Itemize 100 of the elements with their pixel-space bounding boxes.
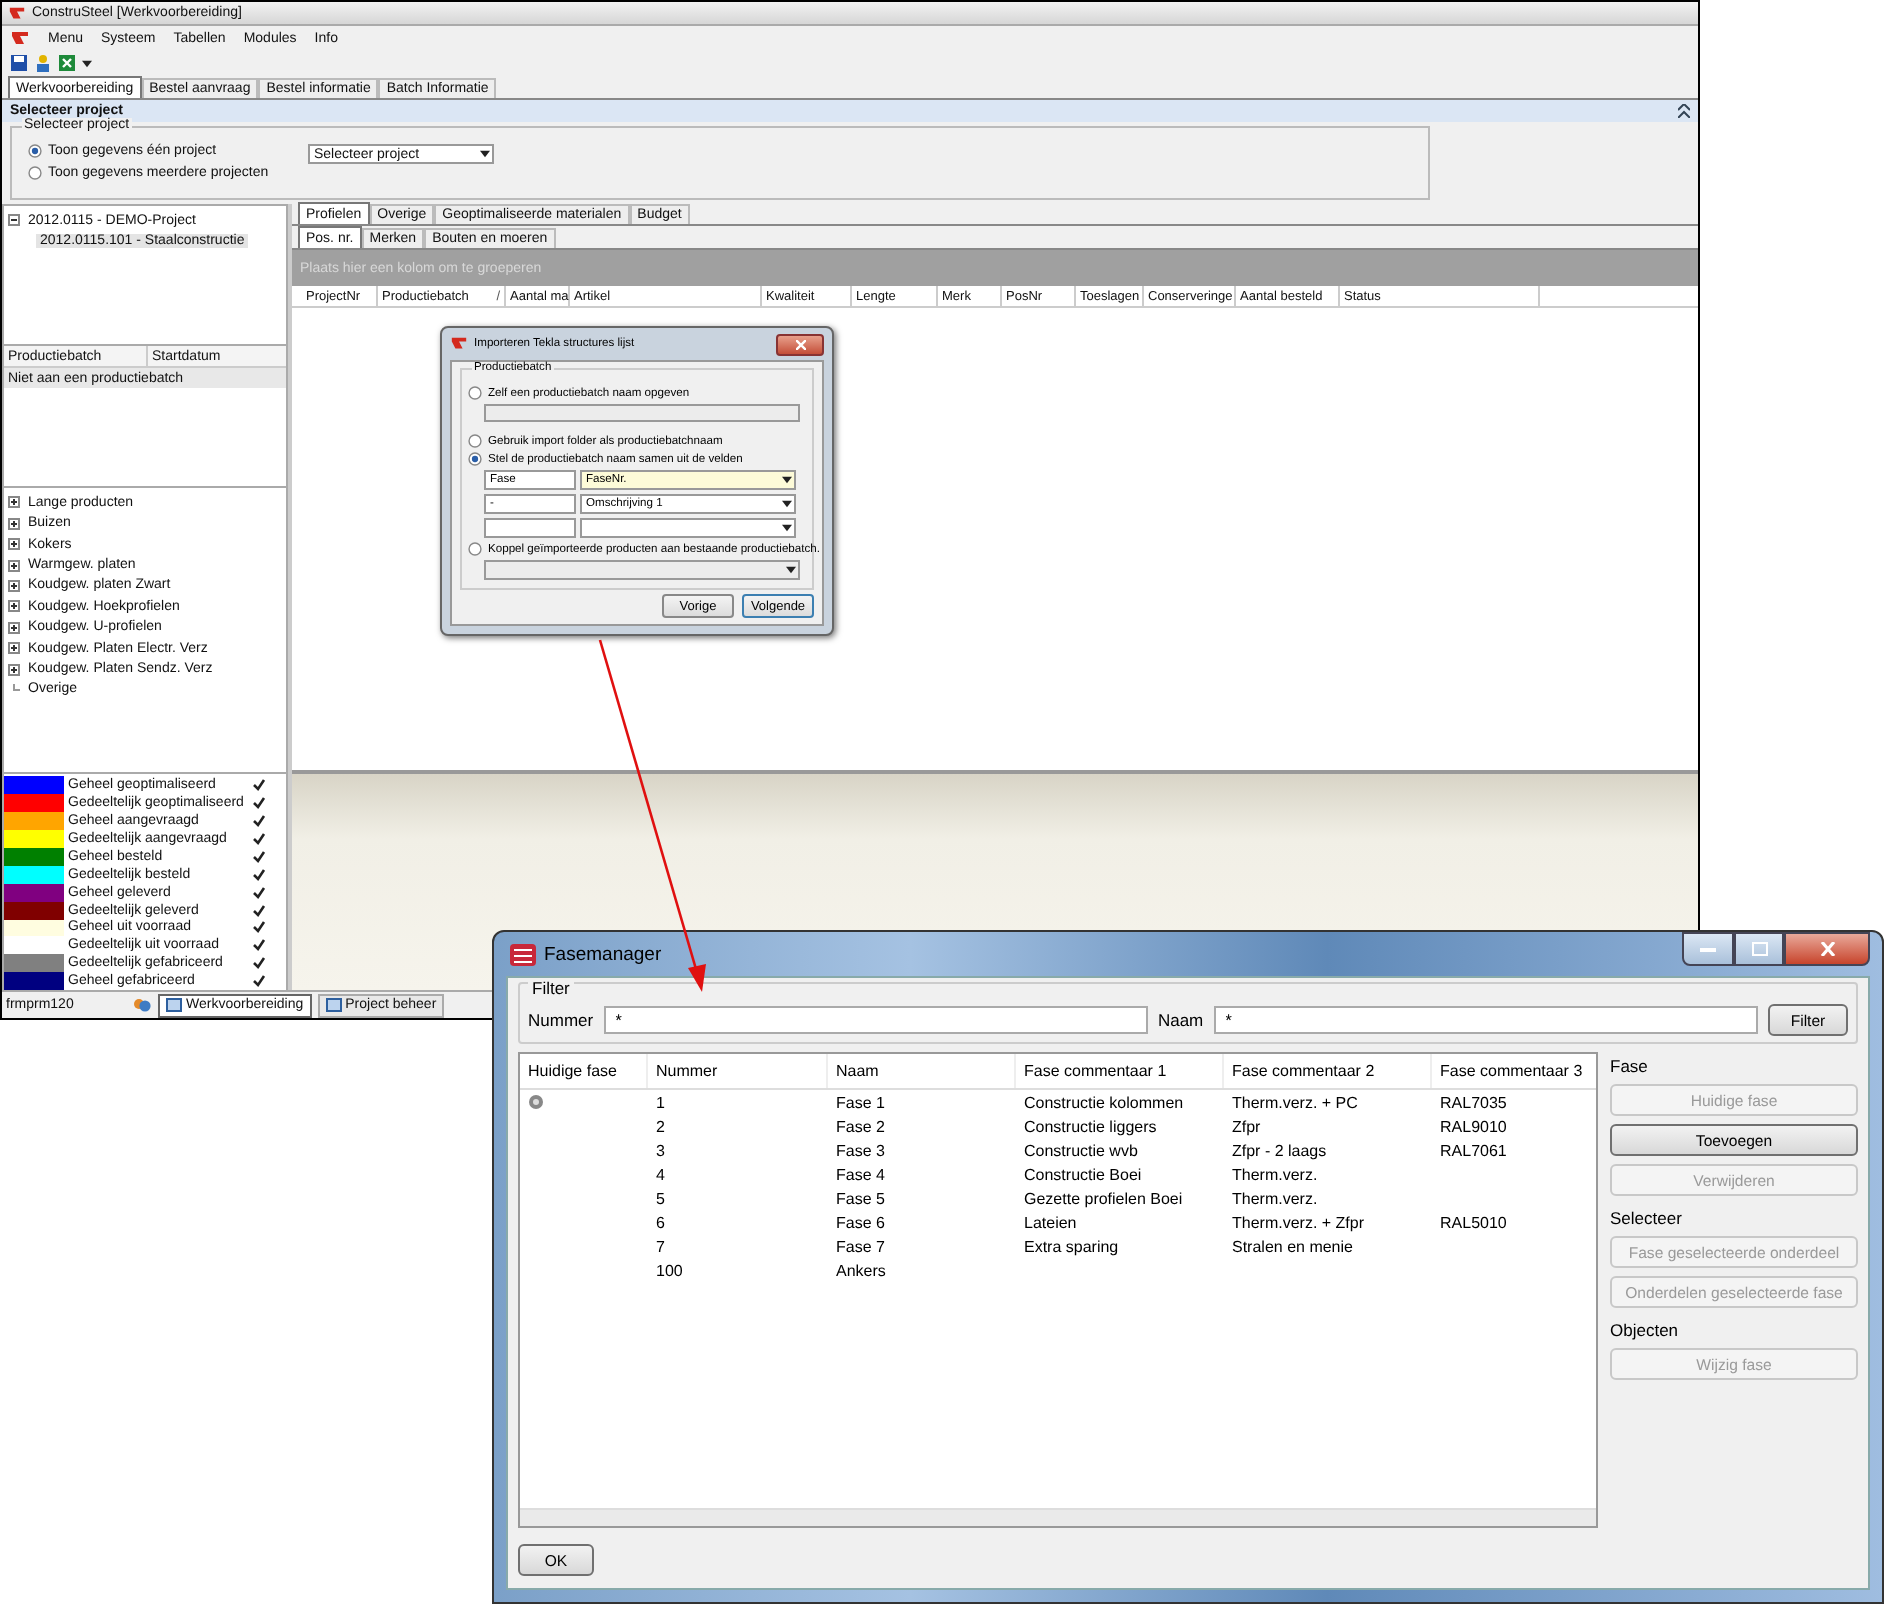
table-cell-text: Zfpr - 2 laags <box>1230 1141 1329 1159</box>
table-cell-text: Therm.verz. + Zfpr <box>1230 1213 1367 1231</box>
expand-icon[interactable] <box>8 559 20 572</box>
table-cell-text: 1 <box>654 1093 667 1111</box>
table-row[interactable]: 6 Fase 6 Lateien Therm.verz. + Zfpr RAL5010 <box>520 1210 1596 1234</box>
table-cell-text: 7 <box>654 1237 667 1255</box>
table-cell-text: Lateien <box>1022 1213 1079 1231</box>
maximize-button[interactable] <box>1734 932 1784 966</box>
table-cell-text: Stralen en menie <box>1230 1237 1355 1255</box>
checkbox[interactable] <box>252 885 266 900</box>
table-cell-text: RAL9010 <box>1438 1117 1509 1135</box>
expand-icon[interactable] <box>8 579 20 592</box>
table-cell-text: Constructie Boei <box>1022 1165 1144 1183</box>
radio-button[interactable] <box>468 434 482 448</box>
collapse-icon[interactable] <box>8 214 20 226</box>
column-header[interactable]: Nummer <box>648 1054 828 1088</box>
table-cell-text: Therm.verz. <box>1230 1189 1320 1207</box>
table-row[interactable]: 3 Fase 3 Constructie wvb Zfpr - 2 laags RAL7061 <box>520 1138 1596 1162</box>
table-cell-text: Fase 4 <box>834 1165 887 1183</box>
table-cell-text: Fase 7 <box>834 1237 887 1255</box>
collapse-icon[interactable] <box>1678 104 1690 118</box>
minimize-button[interactable] <box>1682 932 1734 966</box>
dropdown-arrow-icon <box>782 476 792 484</box>
expand-icon[interactable] <box>8 663 20 676</box>
checkbox[interactable] <box>252 974 266 989</box>
radio-button[interactable] <box>468 386 482 400</box>
column-header[interactable]: Fase commentaar 1 <box>1016 1054 1224 1088</box>
field-select[interactable] <box>580 518 796 538</box>
checkbox[interactable] <box>252 814 266 829</box>
table-cell-text: Constructie liggers <box>1022 1117 1159 1135</box>
spreadsheet-icon[interactable] <box>58 54 76 72</box>
window-icon <box>166 998 182 1012</box>
table-cell-text: Ankers <box>834 1261 888 1279</box>
save-icon[interactable] <box>10 54 28 72</box>
radio-button[interactable] <box>468 452 482 466</box>
table-cell-text: 100 <box>654 1261 685 1279</box>
table-row[interactable]: 7 Fase 7 Extra sparing Stralen en menie <box>520 1234 1596 1258</box>
column-header[interactable]: Naam <box>828 1054 1016 1088</box>
expand-icon[interactable] <box>8 538 20 551</box>
dropdown-arrow-icon <box>480 150 490 158</box>
minimize-icon <box>1700 946 1716 952</box>
maximize-icon <box>1751 942 1767 956</box>
logo-icon <box>450 336 468 352</box>
table-row[interactable]: 4 Fase 4 Constructie Boei Therm.verz. <box>520 1162 1596 1186</box>
app-icon <box>510 943 536 965</box>
table-cell-text: Fase 3 <box>834 1141 887 1159</box>
text-field[interactable] <box>484 518 576 538</box>
dropdown-arrow-icon <box>782 500 792 508</box>
checkbox[interactable] <box>252 920 266 935</box>
filter-field[interactable]: * <box>603 1006 1148 1034</box>
table-cell-text: Zfpr <box>1230 1117 1263 1135</box>
dropdown-arrow-icon <box>782 524 792 532</box>
column-header[interactable]: Huidige fase <box>520 1054 648 1088</box>
table-cell-text: Fase 5 <box>834 1189 887 1207</box>
checkbox[interactable] <box>252 778 266 793</box>
table-row[interactable]: 2 Fase 2 Constructie liggers Zfpr RAL9010 <box>520 1114 1596 1138</box>
table-cell-text: RAL7035 <box>1438 1093 1509 1111</box>
table-cell-text: RAL7061 <box>1438 1141 1509 1159</box>
dropdown-arrow-icon <box>786 566 796 574</box>
checkbox[interactable] <box>252 903 266 918</box>
filter-field[interactable]: * <box>1213 1006 1758 1034</box>
name-field[interactable] <box>484 404 800 422</box>
column-header[interactable]: Fase commentaar 2 <box>1224 1054 1432 1088</box>
table-cell-text: 2 <box>654 1117 667 1135</box>
dropdown-arrow-icon <box>82 59 92 67</box>
table-cell-text: 6 <box>654 1213 667 1231</box>
radio-button[interactable] <box>28 166 42 180</box>
person-icon[interactable] <box>34 54 52 72</box>
table-row[interactable]: 1 Fase 1 Constructie kolommen Therm.verz. + PC RAL7035 <box>520 1090 1596 1114</box>
window-icon <box>325 998 342 1012</box>
column-header[interactable]: Fase commentaar 3 <box>1432 1054 1596 1088</box>
close-icon <box>795 339 805 349</box>
expand-icon[interactable] <box>8 642 20 655</box>
expand-icon[interactable] <box>8 621 20 634</box>
checkbox[interactable] <box>252 832 266 846</box>
expand-icon[interactable] <box>8 517 20 530</box>
table-cell-text: Therm.verz. + PC <box>1230 1093 1360 1111</box>
radio-button[interactable] <box>468 542 482 556</box>
expand-icon[interactable] <box>8 600 20 613</box>
table-cell-text: Fase 1 <box>834 1093 887 1111</box>
checkbox[interactable] <box>252 867 266 882</box>
table-cell-text: Constructie kolommen <box>1022 1093 1186 1111</box>
table-row[interactable]: 5 Fase 5 Gezette profielen Boei Therm.verz. <box>520 1186 1596 1210</box>
checkbox[interactable] <box>252 956 266 971</box>
table-row[interactable]: 100 Ankers <box>520 1258 1596 1282</box>
close-button[interactable] <box>1784 932 1870 966</box>
close-button[interactable] <box>776 333 824 355</box>
expand-icon[interactable] <box>8 496 20 509</box>
checkbox[interactable] <box>252 849 266 864</box>
table-cell-text: RAL5010 <box>1438 1213 1509 1231</box>
checkbox[interactable] <box>252 796 266 811</box>
table-cell-text: Constructie wvb <box>1022 1141 1140 1159</box>
checkbox[interactable] <box>252 938 266 953</box>
group-label: Objecten <box>1610 1320 1681 1340</box>
table-cell-text: 3 <box>654 1141 667 1159</box>
table-cell-text: 5 <box>654 1189 667 1207</box>
radio-button[interactable] <box>28 144 42 158</box>
field-label: Nummer <box>528 1010 594 1030</box>
group-label: Filter <box>528 978 574 998</box>
table-cell-text: Fase 2 <box>834 1117 887 1135</box>
